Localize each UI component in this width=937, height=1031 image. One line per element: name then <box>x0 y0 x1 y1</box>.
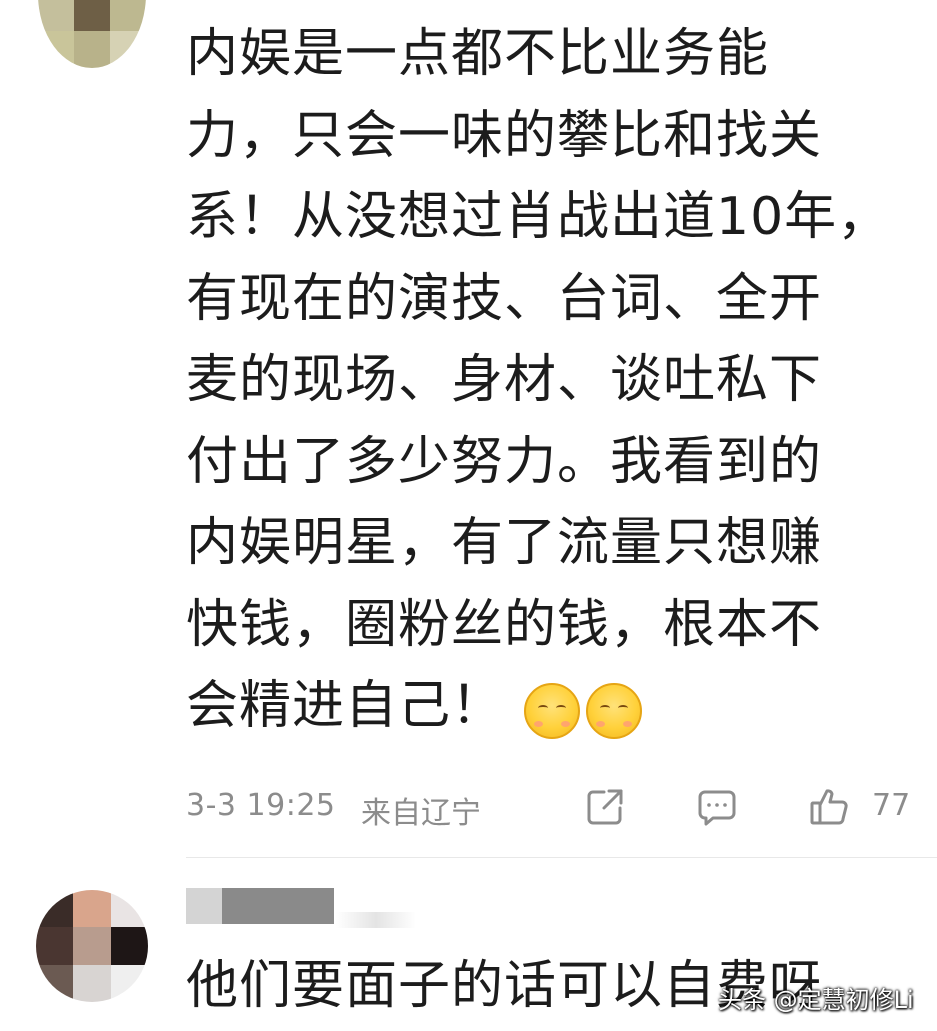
comment-line: 有现在的演技、台词、全开 <box>186 268 823 329</box>
comment-line: 内娱是一点都不比业务能 <box>186 24 770 84</box>
watermark: 头条 @定慧初修Li <box>718 986 914 1014</box>
blush-emoji-icon <box>586 683 643 740</box>
thumbs-up-icon[interactable] <box>808 786 850 828</box>
like-count: 77 <box>872 788 911 823</box>
commenter-avatar[interactable] <box>38 0 146 68</box>
share-icon[interactable] <box>584 786 626 828</box>
comment-timestamp: 3-3 19:25 <box>186 788 336 823</box>
emoji-group <box>524 668 648 750</box>
blurred-meta <box>336 912 416 928</box>
comment-line: 麦的现场、身材、谈吐私下 <box>186 350 823 410</box>
comment-line: 付出了多少努力。我看到的 <box>186 431 823 492</box>
comment-location: 来自辽宁 <box>361 796 481 831</box>
comment-divider <box>186 857 937 858</box>
commenter-username-blurred[interactable] <box>186 888 334 924</box>
comment-text: 内娱是一点都不比业务能 力，只会一味的攀比和找关 系！从没想过肖战出道10年， … <box>186 14 926 750</box>
blush-emoji-icon <box>524 683 581 740</box>
comment-line: 系！从没想过肖战出道10年， <box>186 187 891 247</box>
comment-line: 力，只会一味的攀比和找关 <box>186 105 823 166</box>
commenter-avatar[interactable] <box>36 890 148 1002</box>
comment-line: 快钱，圈粉丝的钱，根本不 <box>186 594 823 655</box>
comment-line: 会精进自己！ <box>186 676 505 736</box>
comment-icon[interactable] <box>696 786 738 828</box>
comment-meta-row: 3-3 19:25 来自辽宁 77 <box>186 782 916 832</box>
comment-line: 内娱明星，有了流量只想赚 <box>186 513 823 573</box>
